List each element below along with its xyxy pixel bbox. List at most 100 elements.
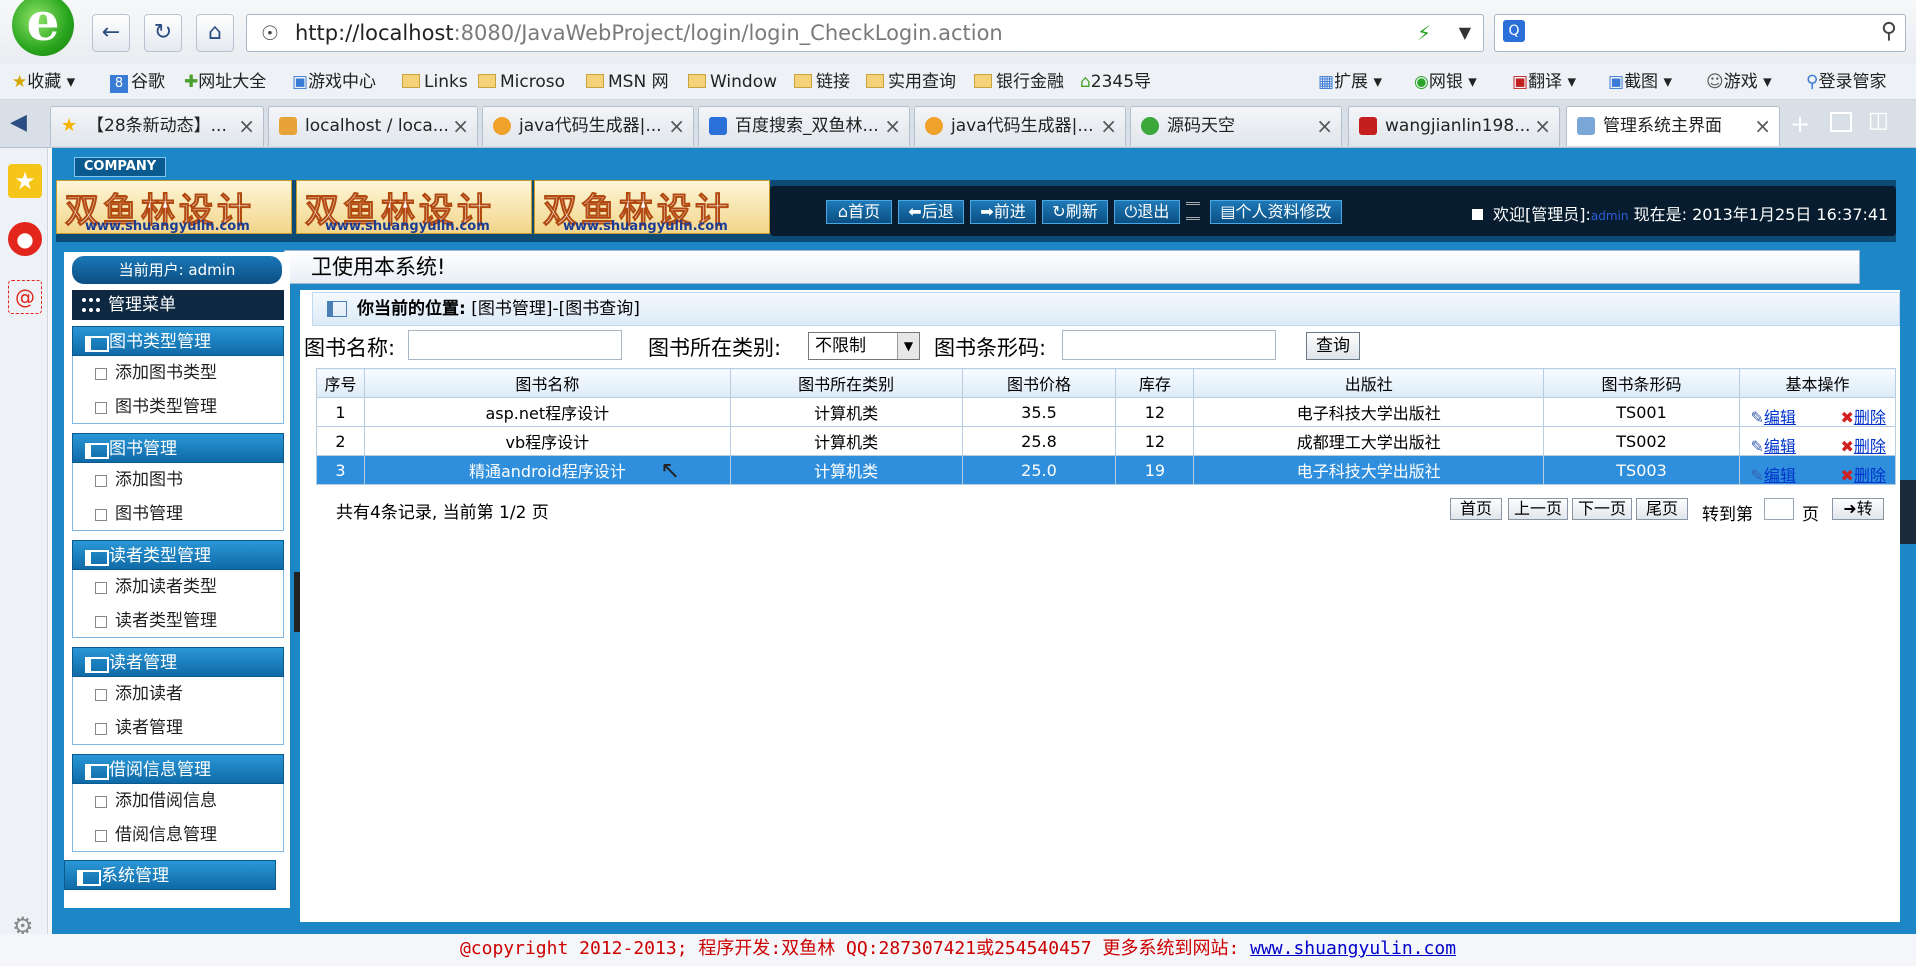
address-bar[interactable]: ☉ http://localhost:8080/JavaWebProject/l… (246, 14, 1484, 52)
breadcrumb: 你当前的位置: [图书管理]-[图书查询] (312, 292, 1900, 326)
tab-close-icon[interactable]: × (884, 107, 901, 145)
first-page-button[interactable]: 首页 (1450, 498, 1502, 520)
cell-price: 25.0 (961, 455, 1117, 485)
last-page-button[interactable]: 尾页 (1636, 498, 1688, 520)
tool-bank[interactable]: ◉网银 ▾ (1414, 70, 1477, 94)
footer-site-link[interactable]: www.shuangyulin.com (1250, 938, 1456, 959)
menu-add-borrow[interactable]: 添加借阅信息 (72, 784, 284, 818)
fav-2345[interactable]: ⌂2345导 (1080, 70, 1151, 94)
search-engine-icon[interactable]: Q (1503, 20, 1525, 42)
tool-translate[interactable]: ▣翻译 ▾ (1512, 70, 1576, 94)
browser-tab-6[interactable]: 源码天空 × (1130, 106, 1342, 146)
nav-home-button[interactable]: ⌂首页 (826, 200, 892, 224)
browser-tab-4[interactable]: 百度搜索_双鱼林... × (698, 106, 910, 146)
tab-close-icon[interactable]: × (1754, 107, 1771, 145)
page-number-input[interactable] (1764, 498, 1794, 520)
menu-group-system[interactable]: 系统管理 (64, 860, 276, 890)
trash-icon[interactable]: ◫ (1868, 108, 1889, 133)
mail-icon[interactable]: @ (8, 280, 42, 314)
browser-tab-7[interactable]: wangjianlin198... × (1348, 106, 1560, 146)
menu-add-book[interactable]: 添加图书 (72, 463, 284, 497)
tab-close-icon[interactable]: × (668, 107, 685, 145)
menu-add-reader[interactable]: 添加读者 (72, 677, 284, 711)
next-page-button[interactable]: 下一页 (1572, 498, 1632, 520)
book-name-input[interactable] (408, 330, 622, 360)
menu-manage-book-type[interactable]: 图书类型管理 (72, 390, 284, 424)
fav-msn[interactable]: MSN 网 (586, 70, 669, 94)
fav-microsoft[interactable]: Microso (478, 70, 565, 94)
favorites-menu[interactable]: ★收藏 ▾ (12, 70, 75, 94)
edit-link[interactable]: 编辑 (1764, 437, 1796, 455)
tool-extensions[interactable]: ▦扩展 ▾ (1318, 70, 1382, 94)
right-panel-handle[interactable] (1900, 480, 1916, 544)
go-button[interactable]: ➜转 (1832, 498, 1884, 520)
fav-links-cn[interactable]: 链接 (794, 70, 850, 94)
home-icon[interactable]: ⌂ (196, 14, 234, 52)
menu-manage-reader[interactable]: 读者管理 (72, 711, 284, 745)
menu-group-reader[interactable]: 读者管理 (72, 647, 284, 677)
search-box[interactable]: Q ⚲ (1494, 14, 1906, 52)
fav-games[interactable]: ▣游戏中心 (292, 70, 376, 94)
nav-profile-button[interactable]: ▤个人资料修改 (1210, 200, 1342, 224)
delete-link[interactable]: 删除 (1854, 437, 1886, 455)
fav-hao[interactable]: ✚网址大全 (184, 70, 266, 94)
chevron-down-icon[interactable]: ▼ (1459, 23, 1471, 42)
nav-logout-button[interactable]: ⏻退出 (1114, 200, 1180, 224)
fav-windows[interactable]: Window (688, 70, 777, 94)
menu-group-book[interactable]: 图书管理 (72, 433, 284, 463)
search-icon[interactable]: ⚲ (1881, 19, 1897, 44)
menu-group-reader-type[interactable]: 读者类型管理 (72, 540, 284, 570)
menu-add-book-type[interactable]: 添加图书类型 (72, 356, 284, 390)
menu-manage-borrow[interactable]: 借阅信息管理 (72, 818, 284, 852)
lightning-icon[interactable]: ⚡ (1417, 21, 1431, 45)
tool-login[interactable]: ⚲登录管家 (1806, 70, 1886, 94)
fav-query[interactable]: 实用查询 (866, 70, 956, 94)
menu-manage-book[interactable]: 图书管理 (72, 497, 284, 531)
cell-stock: 19 (1115, 455, 1195, 485)
query-button[interactable]: 查询 (1306, 332, 1360, 360)
tab-close-icon[interactable]: × (1100, 107, 1117, 145)
edit-link[interactable]: 编辑 (1764, 466, 1796, 484)
menu-group-book-type[interactable]: 图书类型管理 (72, 326, 284, 356)
tab-close-icon[interactable]: × (452, 107, 469, 145)
delete-link[interactable]: 删除 (1854, 408, 1886, 426)
sidebar-toggle-icon[interactable]: ◀ (10, 110, 27, 135)
delete-link[interactable]: 删除 (1854, 466, 1886, 484)
nav-back-button[interactable]: ⬅后退 (898, 200, 964, 224)
cell-stock: 12 (1115, 397, 1195, 427)
menu-group-borrow[interactable]: 借阅信息管理 (72, 754, 284, 784)
category-select[interactable]: 不限制 ▼ (808, 332, 920, 360)
chevron-down-icon[interactable]: ▼ (897, 333, 919, 359)
weibo-icon[interactable]: ● (8, 222, 42, 256)
browser-tab-2[interactable]: localhost / loca... × (268, 106, 478, 146)
fav-google[interactable]: 8 谷歌 (110, 70, 165, 94)
tab-close-icon[interactable]: × (1316, 107, 1333, 145)
browser-tab-5[interactable]: java代码生成器|... × (914, 106, 1126, 146)
browser-tab-3[interactable]: java代码生成器|... × (482, 106, 694, 146)
browser-tab-1[interactable]: ★ 【28条新动态】... × (50, 106, 264, 146)
menu-add-reader-type[interactable]: 添加读者类型 (72, 570, 284, 604)
prev-page-button[interactable]: 上一页 (1508, 498, 1568, 520)
browser-tab-8-active[interactable]: 管理系统主界面 × (1566, 106, 1780, 146)
fav-links[interactable]: Links (402, 70, 468, 94)
tab-bar: ◀ ★ 【28条新动态】... × localhost / loca... × jav… (0, 100, 1916, 148)
table-row-selected[interactable]: 3 精通android程序设计 计算机类 25.0 19 电子科技大学出版社 T… (316, 455, 1897, 485)
table-row[interactable]: 1 asp.net程序设计 计算机类 35.5 12 电子科技大学出版社 TS0… (316, 397, 1897, 427)
fav-bank[interactable]: 银行金融 (974, 70, 1064, 94)
cell-barcode: TS003 (1543, 455, 1740, 485)
edit-link[interactable]: 编辑 (1764, 408, 1796, 426)
tool-games[interactable]: ☺游戏 ▾ (1706, 70, 1772, 94)
nav-refresh-button[interactable]: ↻刷新 (1042, 200, 1108, 224)
restore-tab-icon[interactable] (1830, 112, 1852, 132)
tab-close-icon[interactable]: × (238, 107, 255, 145)
back-arrow-icon[interactable]: ← (92, 14, 130, 52)
nav-forward-button[interactable]: ➡前进 (970, 200, 1036, 224)
menu-manage-reader-type[interactable]: 读者类型管理 (72, 604, 284, 638)
favorites-star-icon[interactable]: ★ (8, 164, 42, 198)
barcode-input[interactable] (1062, 330, 1276, 360)
table-row[interactable]: 2 vb程序设计 计算机类 25.8 12 成都理工大学出版社 TS002 ✎编… (316, 426, 1897, 456)
tool-screenshot[interactable]: ▣截图 ▾ (1608, 70, 1672, 94)
new-tab-icon[interactable]: + (1790, 110, 1810, 138)
tab-close-icon[interactable]: × (1534, 107, 1551, 145)
reload-icon[interactable]: ↻ (144, 14, 182, 52)
